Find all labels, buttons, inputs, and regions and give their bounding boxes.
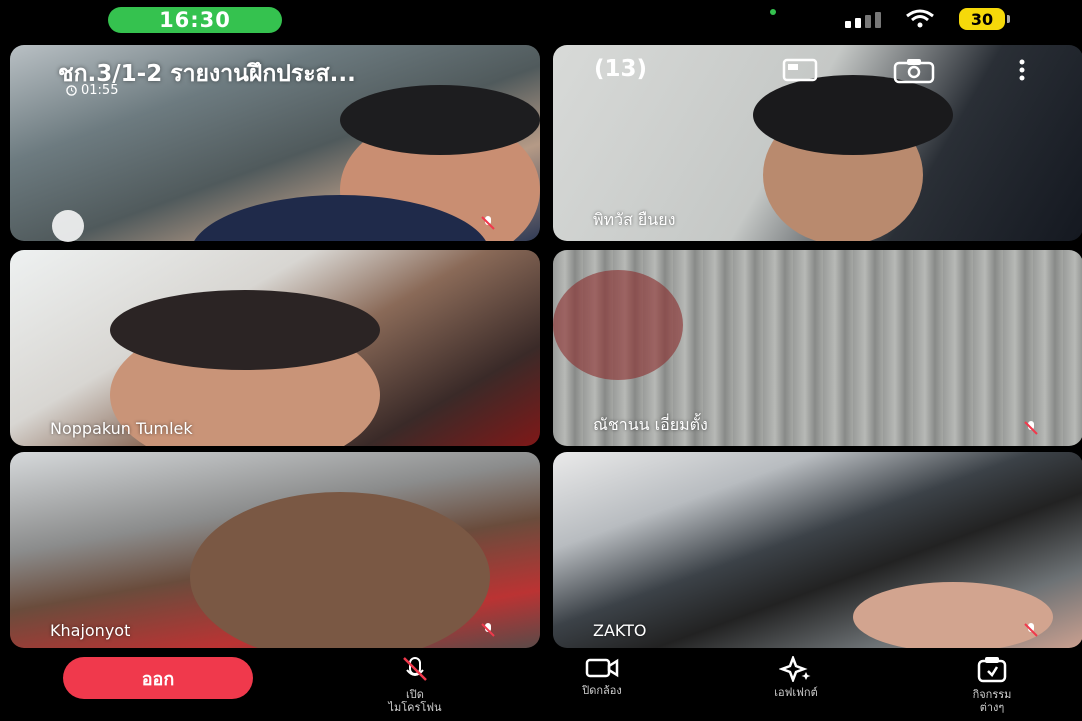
- participant-name: พิทวัส ยืนยง: [593, 210, 676, 229]
- camera-toggle-button[interactable]: ปิดกล้อง: [542, 656, 662, 697]
- mic-muted-icon: [1024, 623, 1038, 637]
- activities-label-line2: ต่างๆ: [979, 701, 1005, 714]
- switch-camera-icon[interactable]: [893, 58, 935, 84]
- sparkle-effects-icon: [779, 656, 811, 682]
- wifi-icon: [906, 9, 934, 28]
- video-tile-5[interactable]: Khajonyot: [10, 452, 540, 648]
- video-tile-4[interactable]: ณัชานน เอี่ยมตั้ง: [553, 250, 1082, 446]
- activities-label-line1: กิจกรรม: [972, 688, 1012, 701]
- participant-name: Khajonyot: [50, 621, 131, 640]
- participant-name: ณัชานน เอี่ยมตั้ง: [593, 415, 708, 434]
- effects-label: เอฟเฟกต์: [774, 686, 818, 699]
- mic-off-icon: [403, 657, 427, 681]
- status-time: 16:30: [108, 7, 282, 33]
- mic-toggle-button[interactable]: เปิด ไมโครโฟน: [355, 656, 475, 714]
- effects-button[interactable]: เอฟเฟกต์: [736, 656, 856, 699]
- battery-indicator: 30: [959, 8, 1010, 30]
- participant-hair: [340, 85, 540, 155]
- participant-name: ZAKTO: [593, 621, 647, 640]
- participant-hand: [853, 582, 1053, 648]
- signal-icon: [845, 10, 881, 28]
- camera-label: ปิดกล้อง: [582, 684, 622, 697]
- video-tile-6[interactable]: ZAKTO: [553, 452, 1082, 648]
- battery-tip: [1007, 15, 1010, 23]
- video-camera-icon: [585, 658, 619, 678]
- participant-hair: [753, 75, 953, 155]
- more-options-icon[interactable]: [1018, 58, 1026, 82]
- mic-label-line1: เปิด: [406, 688, 424, 701]
- video-tile-3[interactable]: Noppakun Tumlek: [10, 250, 540, 446]
- call-duration: 01:55: [66, 83, 118, 98]
- duration-text: 01:55: [81, 83, 119, 98]
- mic-muted-icon: [481, 623, 495, 637]
- participant-hair: [110, 290, 380, 370]
- battery-level: 30: [959, 8, 1005, 30]
- status-indicators: 30: [845, 8, 1010, 30]
- camera-indicator-dot: [770, 9, 776, 15]
- leave-call-button[interactable]: ออก: [63, 657, 253, 699]
- screen-share-icon[interactable]: [782, 58, 818, 82]
- participant-count[interactable]: (13): [594, 56, 647, 82]
- clock-icon: [66, 85, 77, 96]
- mic-label-line2: ไมโครโฟน: [388, 701, 442, 714]
- mic-muted-icon: [1024, 421, 1038, 435]
- participant-name: Noppakun Tumlek: [50, 419, 193, 438]
- activities-icon: [977, 657, 1007, 683]
- reaction-emoji-button[interactable]: [52, 210, 84, 242]
- participant-video: [190, 492, 490, 648]
- mic-muted-icon: [481, 216, 495, 230]
- video-background: [553, 270, 683, 380]
- activities-button[interactable]: กิจกรรม ต่างๆ: [932, 656, 1052, 714]
